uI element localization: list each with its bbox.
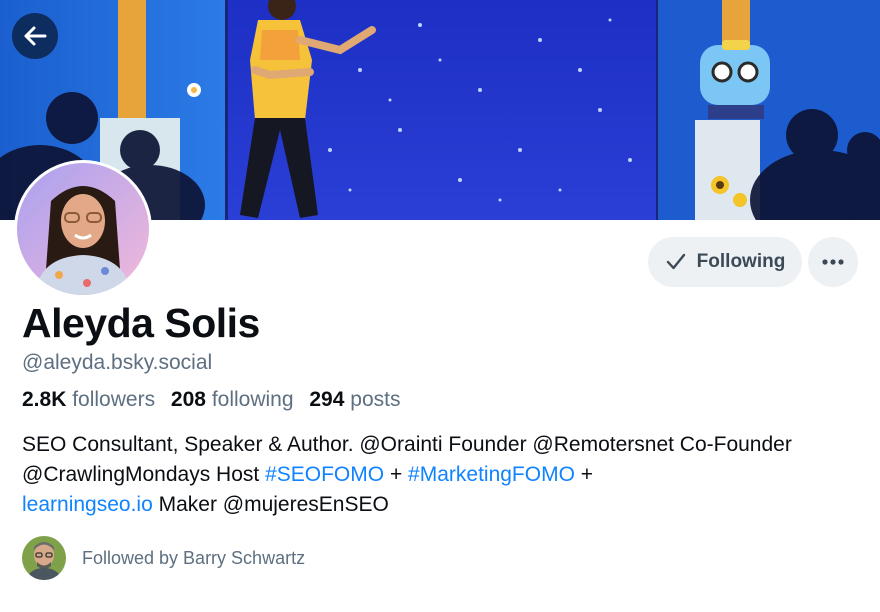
display-name: Aleyda Solis bbox=[22, 300, 260, 346]
more-options-button[interactable] bbox=[808, 237, 858, 287]
back-button[interactable] bbox=[12, 13, 58, 59]
following-button[interactable]: Following bbox=[648, 237, 802, 287]
arrow-left-icon bbox=[24, 26, 47, 46]
follower-avatar[interactable] bbox=[22, 536, 66, 580]
avatar-image bbox=[17, 163, 149, 295]
profile-stats: 2.8K followers 208 following 294 posts bbox=[22, 388, 410, 412]
bio-text: Maker @mujeresEnSEO bbox=[152, 493, 389, 516]
hashtag-marketingfomo[interactable]: #MarketingFOMO bbox=[408, 463, 575, 486]
following-button-label: Following bbox=[696, 251, 786, 272]
posts-label: posts bbox=[350, 388, 401, 411]
handle: @aleyda.bsky.social bbox=[22, 351, 213, 374]
following-label: following bbox=[211, 388, 294, 411]
profile-bio: SEO Consultant, Speaker & Author. @Orain… bbox=[22, 430, 822, 520]
avatar[interactable] bbox=[14, 160, 152, 298]
followers-link[interactable]: 2.8K followers bbox=[22, 388, 155, 411]
follower-avatar-image bbox=[22, 536, 66, 580]
bio-separator: + bbox=[384, 463, 409, 486]
followed-by-text: Followed by Barry Schwartz bbox=[82, 547, 306, 568]
following-count: 208 bbox=[170, 388, 206, 411]
followed-by[interactable]: Followed by Barry Schwartz bbox=[22, 536, 305, 580]
ellipsis-icon bbox=[822, 259, 844, 265]
followers-count: 2.8K bbox=[22, 388, 67, 411]
posts-count: 294 bbox=[309, 388, 345, 411]
check-icon bbox=[666, 253, 685, 270]
followers-label: followers bbox=[72, 388, 156, 411]
bio-separator: + bbox=[574, 463, 594, 486]
following-link[interactable]: 208 following bbox=[171, 388, 294, 411]
bio-link-learningseo[interactable]: learningseo.io bbox=[22, 493, 153, 516]
posts-stat: 294 posts bbox=[309, 388, 400, 411]
hashtag-seofomo[interactable]: #SEOFOMO bbox=[265, 463, 384, 486]
